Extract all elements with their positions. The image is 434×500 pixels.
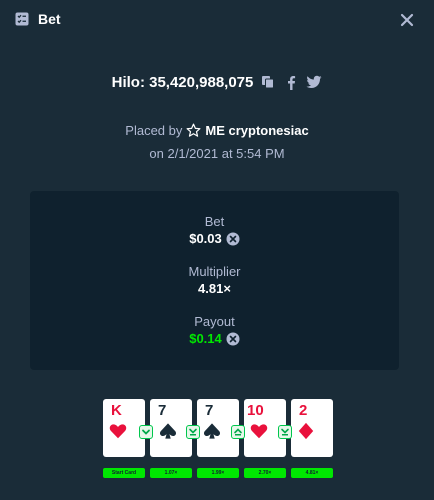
bet-stats-panel: Bet $0.03 Multiplier 4.81× Payout $0.14 <box>30 191 399 370</box>
twitter-icon[interactable] <box>306 74 322 90</box>
guess-lower-chip <box>139 425 153 439</box>
star-icon <box>186 123 201 137</box>
card-guess-label: 2.70× <box>244 468 286 478</box>
multiplier-label: Multiplier <box>188 264 241 279</box>
playing-card: 2 <box>291 399 333 457</box>
multiplier-stat: Multiplier 4.81× <box>30 264 399 296</box>
guess-lower-chip <box>278 425 292 439</box>
diamonds-suit-icon <box>298 422 314 440</box>
multiplier-row: 4.81× <box>30 281 399 296</box>
bet-amount-stat: Bet $0.03 <box>30 214 399 246</box>
bet-label: Bet <box>204 214 225 229</box>
spades-suit-icon <box>159 423 177 439</box>
payout-row: $0.14 <box>30 331 399 346</box>
card-rank: 7 <box>205 402 214 419</box>
card-sequence: K Start Card 7 1.07× 7 1.99× 10 2.70× 2 … <box>103 399 333 481</box>
spades-suit-icon <box>203 423 221 439</box>
modal-title: Bet <box>38 11 61 27</box>
card-rank: 2 <box>299 402 308 419</box>
currency-coin-icon <box>226 332 240 345</box>
bet-date: on 2/1/2021 at 5:54 PM <box>149 146 285 161</box>
multiplier-value: 4.81× <box>198 281 231 296</box>
payout-label: Payout <box>194 314 235 329</box>
payout-value: $0.14 <box>189 331 222 346</box>
guess-higher-chip <box>231 425 245 439</box>
chevron-down-icon <box>281 428 289 436</box>
card-rank: 10 <box>247 402 264 419</box>
close-icon[interactable] <box>398 11 416 29</box>
card-guess-label: Start Card <box>103 468 145 478</box>
username-link[interactable]: ME cryptonesiac <box>205 123 308 138</box>
guess-lower-chip <box>186 425 200 439</box>
copy-icon[interactable] <box>260 74 276 90</box>
currency-coin-icon <box>226 232 240 245</box>
modal-header: Bet <box>0 0 434 40</box>
card-guess-label: 1.07× <box>150 468 192 478</box>
hearts-suit-icon <box>250 424 268 439</box>
placed-by-label: Placed by <box>125 123 183 138</box>
chevron-down-icon <box>142 429 150 435</box>
facebook-icon[interactable] <box>283 74 299 90</box>
payout-stat: Payout $0.14 <box>30 314 399 346</box>
bet-title-row: Hilo: 35,420,988,075 <box>0 72 434 92</box>
bet-amount-row: $0.03 <box>30 231 399 246</box>
placed-by-row: Placed by ME cryptonesiac <box>0 123 434 138</box>
card-rank: K <box>111 402 122 419</box>
chevron-down-icon <box>189 428 197 436</box>
bet-amount-value: $0.03 <box>189 231 222 246</box>
hearts-suit-icon <box>109 424 127 439</box>
chevron-up-icon <box>234 428 242 436</box>
card-rank: 7 <box>158 402 167 419</box>
bet-slip-icon <box>15 12 29 26</box>
card-guess-label: 1.99× <box>197 468 239 478</box>
bet-id-title: Hilo: 35,420,988,075 <box>111 73 254 91</box>
card-guess-label: 4.81× <box>291 468 333 478</box>
